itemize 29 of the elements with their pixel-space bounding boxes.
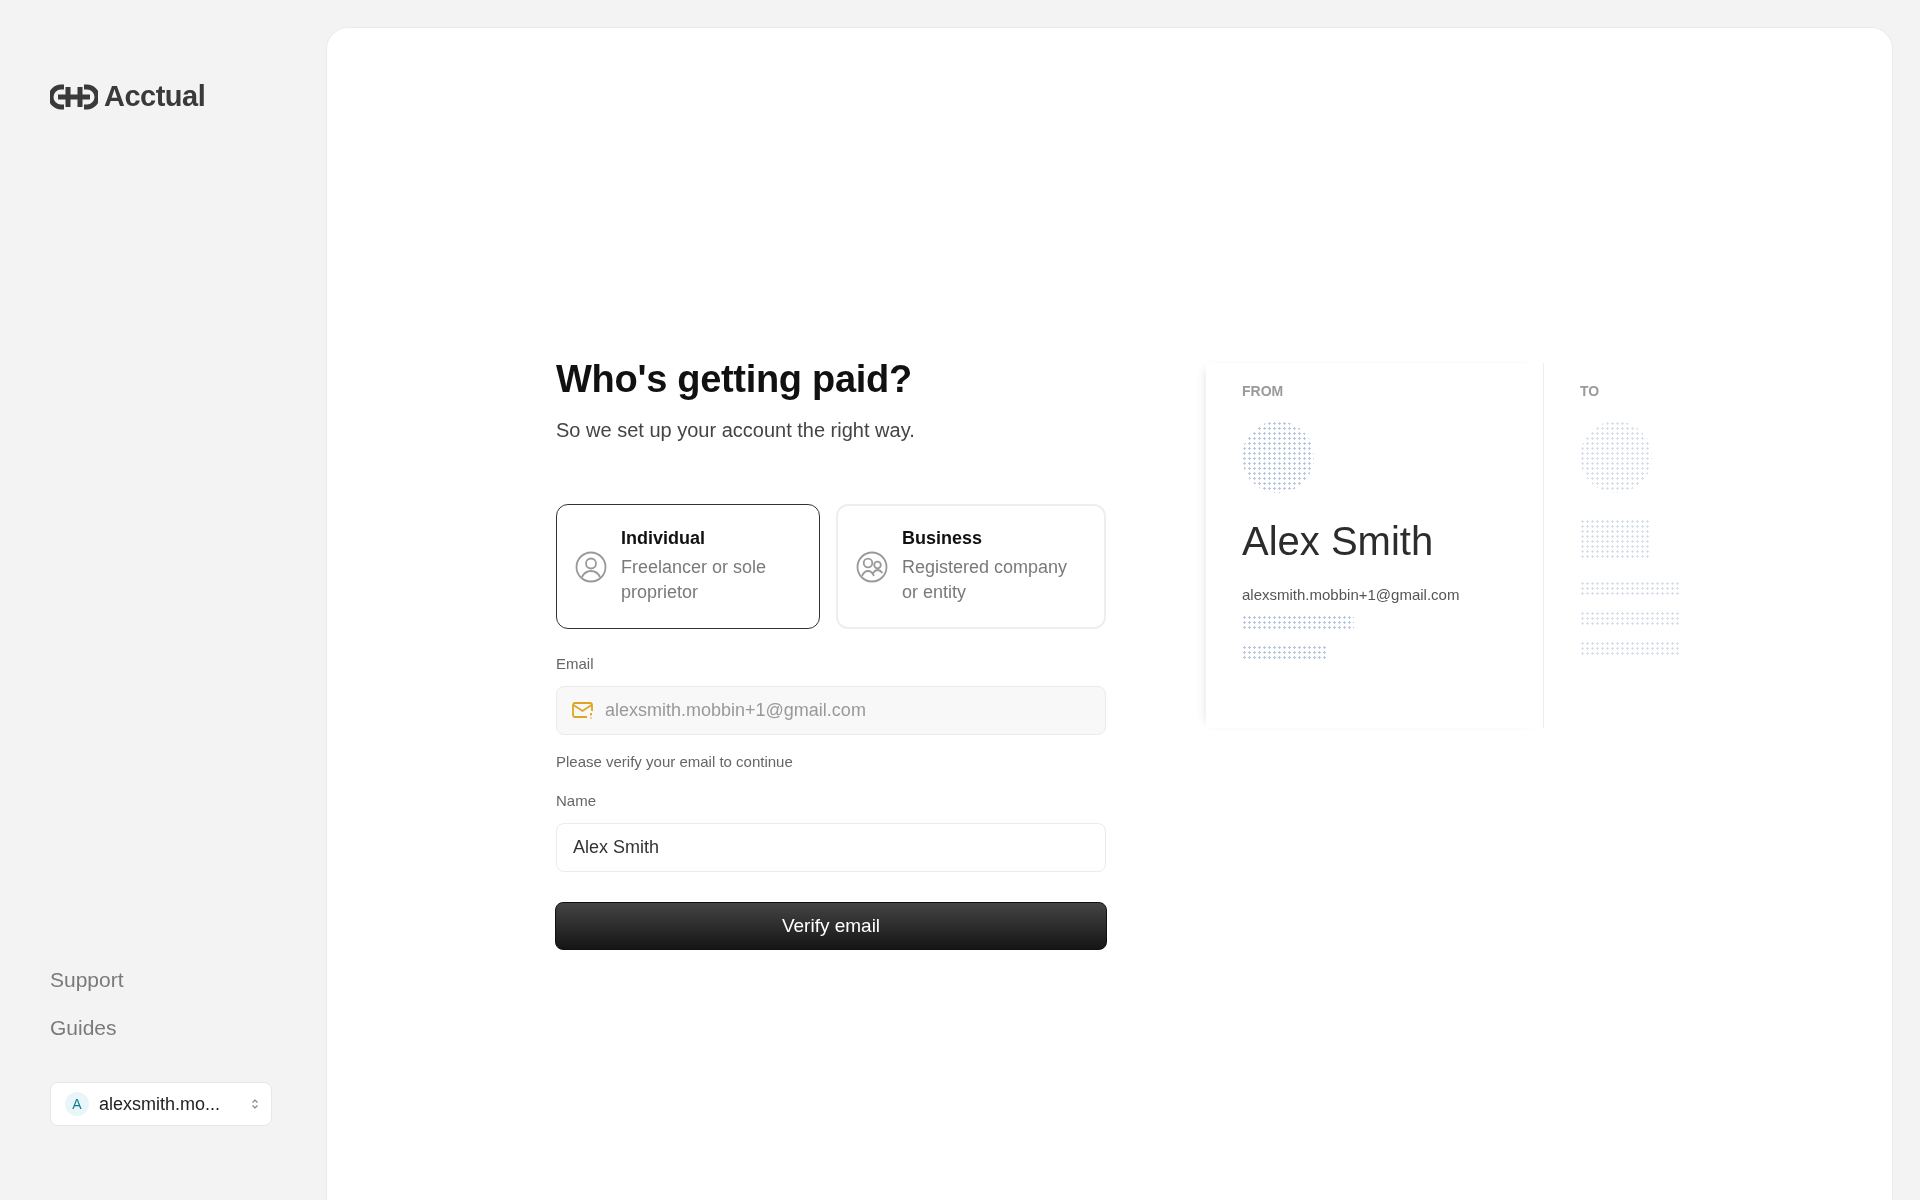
field-label: Email (556, 655, 595, 672)
account-type-option[interactable]: Business Registered company or entity (836, 504, 1106, 629)
sidebar-link[interactable]: Guides (50, 1016, 117, 1040)
account-type-option[interactable]: Individual Freelancer or sole proprietor (556, 504, 820, 629)
option-title: Business (902, 528, 984, 549)
avatar-initial: A (65, 1092, 89, 1116)
sender-email: alexsmith.mobbin+1@gmail.com (1242, 586, 1461, 603)
option-description: Registered company or entity (902, 556, 1069, 604)
users-icon (856, 550, 888, 583)
mail-alert-icon (572, 701, 594, 719)
verify-email-button[interactable]: Verify email (555, 902, 1107, 950)
account-label: alexsmith.mo... (99, 1093, 222, 1115)
section-label: FROM (1242, 383, 1285, 399)
sidebar-link[interactable]: Support (50, 968, 124, 992)
account-switcher[interactable]: A alexsmith.mo... (50, 1082, 272, 1126)
text-placeholder (1580, 519, 1650, 559)
sender-name: Alex Smith (1242, 519, 1435, 564)
page-title: Who's getting paid? (556, 358, 913, 401)
section-label: TO (1580, 383, 1601, 399)
input-field[interactable]: Alex Smith (556, 823, 1106, 872)
option-description: Freelancer or sole proprietor (621, 556, 768, 604)
helper-text: Please verify your email to continue (556, 753, 794, 770)
user-icon (575, 550, 607, 583)
option-title: Individual (621, 528, 706, 549)
logo-text: Acctual (104, 80, 206, 113)
field-label: Name (556, 792, 597, 809)
logo-icon (50, 83, 98, 110)
chevron-updown-icon (251, 1098, 259, 1110)
page-subtitle: So we set up your account the right way. (556, 419, 916, 442)
